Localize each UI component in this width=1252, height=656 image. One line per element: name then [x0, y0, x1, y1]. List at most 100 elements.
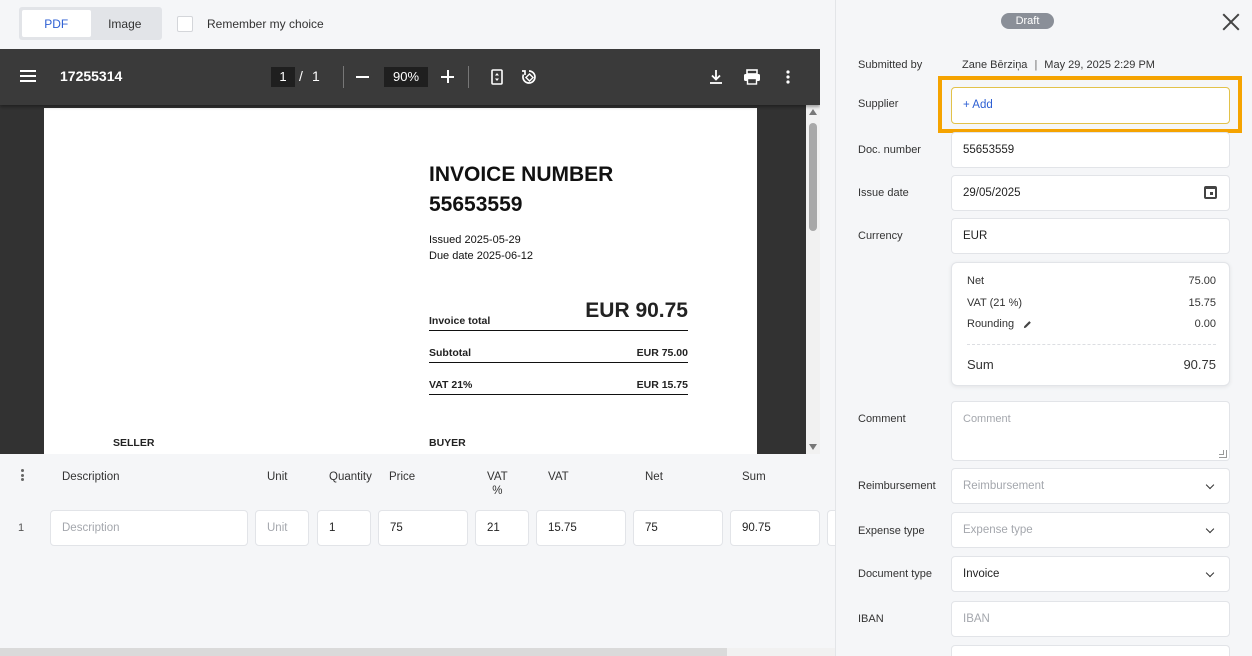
- unit-input[interactable]: Unit: [255, 510, 309, 546]
- col-header-vat-percent-line1: VAT: [487, 471, 508, 483]
- calendar-icon[interactable]: [1204, 186, 1217, 199]
- invoice-title-line1: INVOICE NUMBER: [429, 163, 614, 186]
- document-details-panel: Draft Submitted by Zane Bērziņa | May 29, …: [835, 0, 1252, 656]
- invoice-total-label: Invoice total: [429, 315, 491, 327]
- seller-heading: SELLER: [113, 437, 155, 449]
- zoom-in-icon[interactable]: [441, 70, 454, 83]
- document-type-select[interactable]: Invoice: [951, 556, 1230, 592]
- totals-rounding-label: Rounding: [967, 318, 1015, 330]
- chevron-down-icon[interactable]: [1205, 568, 1215, 578]
- invoice-issued-date: Issued 2025-05-29: [429, 234, 521, 246]
- scroll-down-icon[interactable]: [809, 444, 817, 450]
- reimbursement-placeholder: Reimbursement: [963, 480, 1045, 492]
- vat-input[interactable]: 15.75: [536, 510, 626, 546]
- rotate-icon[interactable]: [518, 66, 540, 88]
- pdf-tab[interactable]: PDF: [22, 10, 91, 37]
- remember-choice[interactable]: Remember my choice: [177, 16, 324, 32]
- submitted-info: Zane Bērziņa | May 29, 2025 2:29 PM: [962, 59, 1155, 71]
- invoice-total-value: EUR 90.75: [585, 299, 688, 322]
- divider: [429, 394, 688, 395]
- issue-date-value: 29/05/2025: [963, 187, 1021, 199]
- divider: [429, 362, 688, 363]
- quantity-input[interactable]: 1: [317, 510, 371, 546]
- close-icon[interactable]: [1222, 13, 1240, 31]
- invoice-due-date: Due date 2025-06-12: [429, 250, 533, 262]
- pdf-viewer: 17255314 1 / 1 90% INVOICE NUMBER 556535…: [0, 49, 820, 454]
- doc-number-input[interactable]: 55653559: [951, 132, 1230, 168]
- scroll-up-icon[interactable]: [809, 109, 817, 115]
- totals-vat-label: VAT (21 %): [967, 297, 1023, 309]
- submitter-name: Zane Bērziņa: [962, 59, 1028, 71]
- subtotal-value: EUR 75.00: [636, 347, 688, 359]
- issue-date-label: Issue date: [858, 187, 909, 199]
- supplier-add-field[interactable]: + Add: [951, 87, 1230, 124]
- remember-choice-label: Remember my choice: [207, 17, 324, 31]
- pdf-document-name: 17255314: [60, 68, 123, 84]
- iban-input[interactable]: IBAN: [951, 601, 1230, 637]
- image-tab[interactable]: Image: [91, 10, 160, 37]
- table-horizontal-scrollbar[interactable]: [0, 648, 835, 656]
- pdf-vertical-scrollbar[interactable]: [806, 105, 820, 454]
- page-number-input[interactable]: 1: [271, 67, 295, 87]
- reimbursement-select[interactable]: Reimbursement: [951, 468, 1230, 504]
- currency-input[interactable]: EUR: [951, 218, 1230, 254]
- totals-card: Net 75.00 VAT (21 %) 15.75 Rounding 0.00…: [951, 262, 1230, 386]
- fit-page-icon[interactable]: [486, 66, 508, 88]
- col-header-sum: Sum: [742, 471, 766, 483]
- buyer-heading: BUYER: [429, 437, 466, 449]
- line-items-table: Description Unit Quantity Price VAT % VA…: [0, 455, 835, 648]
- zoom-out-icon[interactable]: [356, 76, 369, 78]
- submitted-separator: |: [1034, 59, 1038, 71]
- columns-menu-icon[interactable]: [21, 469, 25, 481]
- vat-value: EUR 15.75: [636, 379, 688, 391]
- vat-percent-input[interactable]: 21: [475, 510, 529, 546]
- col-header-vat: VAT: [548, 471, 569, 483]
- totals-sum-value: 90.75: [1183, 357, 1216, 372]
- description-input[interactable]: Description: [50, 510, 248, 546]
- resize-grip-icon[interactable]: [1219, 450, 1227, 458]
- price-input[interactable]: 75: [378, 510, 468, 546]
- totals-net-label: Net: [967, 275, 985, 287]
- comment-textarea[interactable]: Comment: [951, 401, 1230, 461]
- remember-choice-checkbox[interactable]: [177, 16, 193, 32]
- next-cell-edge[interactable]: [827, 510, 835, 546]
- supplier-label: Supplier: [858, 98, 899, 110]
- more-options-icon[interactable]: [777, 66, 799, 88]
- scrollbar-thumb[interactable]: [809, 123, 817, 231]
- pdf-page: INVOICE NUMBER 55653559 Issued 2025-05-2…: [44, 108, 757, 454]
- page-total: 1: [312, 68, 320, 84]
- scrollbar-thumb[interactable]: [0, 648, 727, 656]
- supplier-add-button[interactable]: + Add: [963, 99, 993, 111]
- chevron-down-icon[interactable]: [1205, 524, 1215, 534]
- document-type-label: Document type: [858, 568, 932, 580]
- edit-pencil-icon[interactable]: [1023, 320, 1032, 329]
- expense-type-placeholder: Expense type: [963, 524, 1033, 536]
- doc-number-label: Doc. number: [858, 144, 921, 156]
- reimbursement-label: Reimbursement: [858, 480, 936, 492]
- totals-divider: [967, 344, 1216, 345]
- chevron-down-icon[interactable]: [1205, 480, 1215, 490]
- col-header-vat-percent: VAT %: [487, 470, 508, 498]
- zoom-level-input[interactable]: 90%: [384, 67, 428, 87]
- pdf-toolbar: 17255314 1 / 1 90%: [0, 49, 820, 105]
- totals-rounding-value: 0.00: [1194, 318, 1216, 330]
- download-icon[interactable]: [705, 66, 727, 88]
- menu-icon[interactable]: [20, 70, 36, 82]
- col-header-quantity: Quantity: [329, 471, 372, 483]
- row-number: 1: [18, 522, 25, 534]
- totals-vat-value: 15.75: [1188, 297, 1216, 309]
- next-field-edge[interactable]: [951, 645, 1230, 656]
- sum-input[interactable]: 90.75: [730, 510, 820, 546]
- comment-label: Comment: [858, 413, 906, 425]
- print-icon[interactable]: [741, 66, 763, 88]
- divider: [429, 330, 688, 331]
- expense-type-select[interactable]: Expense type: [951, 512, 1230, 548]
- invoice-title: INVOICE NUMBER 55653559: [429, 160, 729, 220]
- totals-sum-label: Sum: [967, 357, 994, 372]
- submitted-date: May 29, 2025 2:29 PM: [1044, 59, 1155, 71]
- page-separator: /: [299, 68, 303, 84]
- issue-date-input[interactable]: 29/05/2025: [951, 175, 1230, 211]
- col-header-description: Description: [62, 471, 120, 483]
- net-input[interactable]: 75: [633, 510, 723, 546]
- toolbar-divider: [468, 66, 469, 88]
